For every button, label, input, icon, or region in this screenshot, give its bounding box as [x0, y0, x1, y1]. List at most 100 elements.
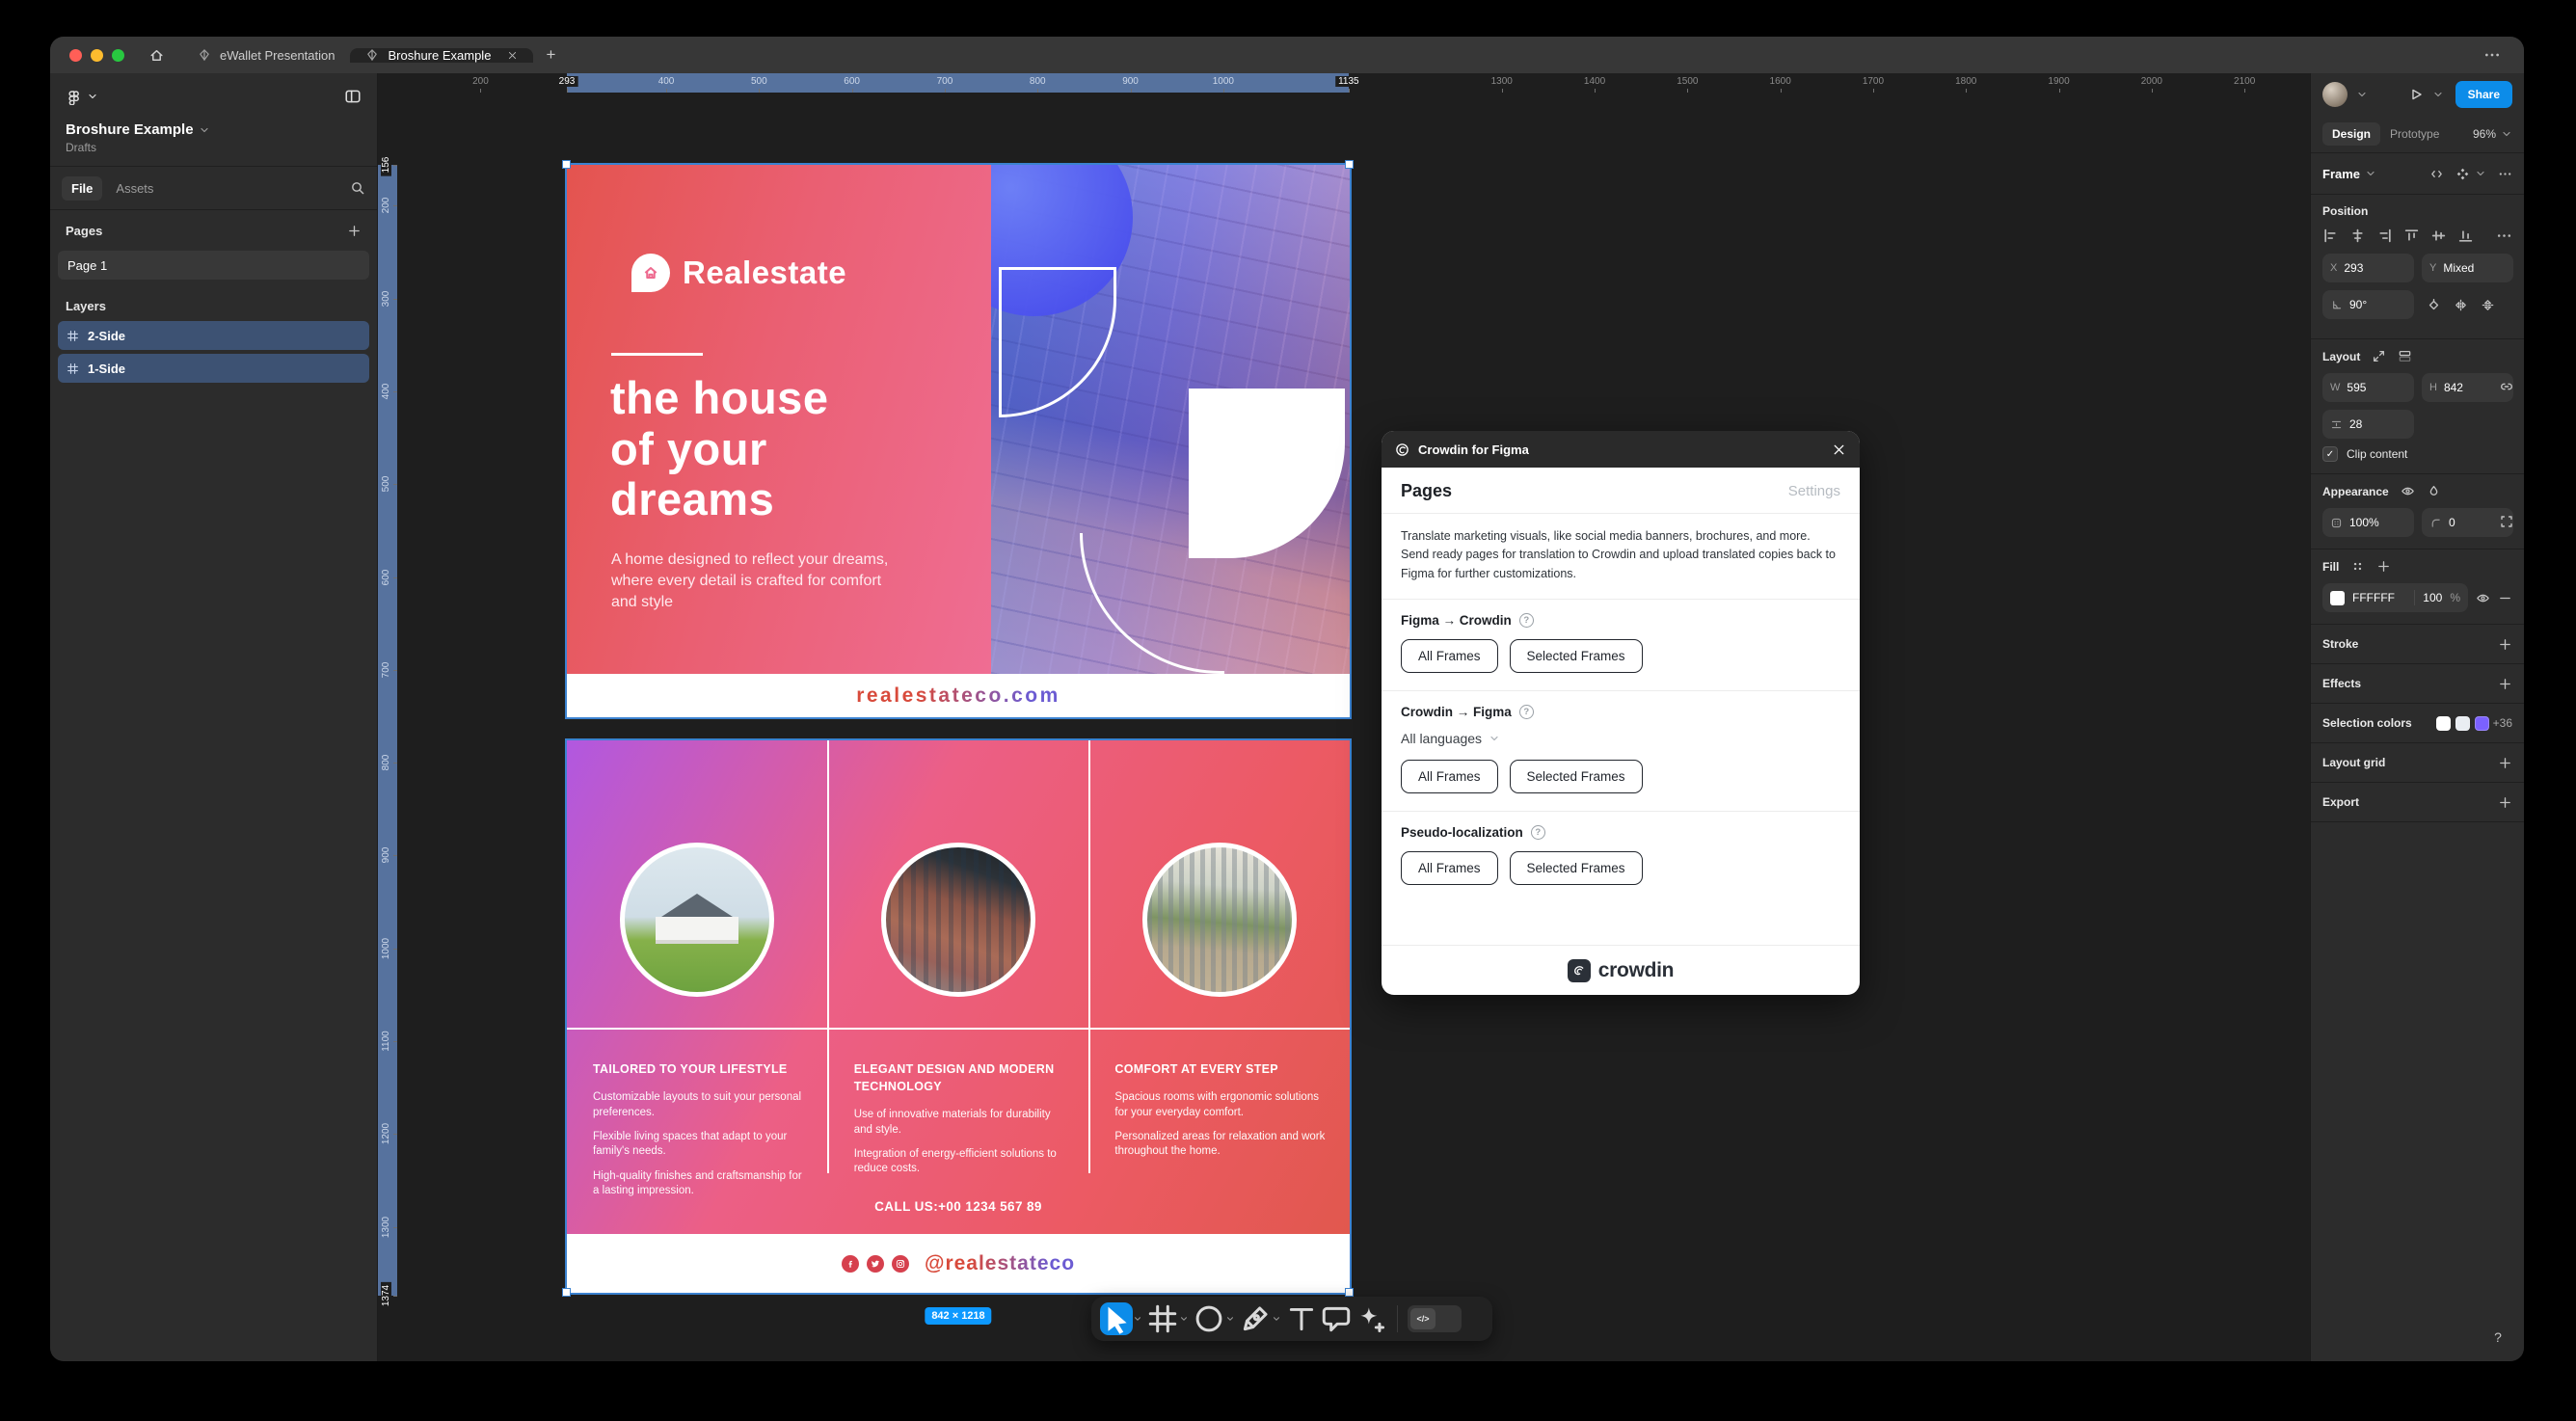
- x-position-field[interactable]: X 293: [2322, 254, 2414, 282]
- y-position-field[interactable]: Y Mixed: [2422, 254, 2513, 282]
- rotate-button[interactable]: [2422, 293, 2445, 316]
- help-circle-icon[interactable]: ?: [1530, 825, 1545, 841]
- sidebar-tab-assets[interactable]: Assets: [106, 176, 163, 201]
- add-fill-icon[interactable]: [2376, 559, 2391, 574]
- selected-frames-button[interactable]: Selected Frames: [1509, 639, 1643, 674]
- independent-corners-icon[interactable]: [2499, 514, 2514, 529]
- chevron-down-icon[interactable]: [1225, 1314, 1235, 1324]
- all-frames-button[interactable]: All Frames: [1401, 760, 1498, 794]
- figma-menu-icon[interactable]: [66, 89, 82, 105]
- constrain-proportions-icon[interactable]: [2499, 379, 2514, 394]
- chevron-down-icon[interactable]: [1133, 1314, 1142, 1324]
- search-icon[interactable]: [350, 180, 365, 196]
- dialog-tab-settings[interactable]: Settings: [1788, 483, 1840, 499]
- flip-horizontal-button[interactable]: [2449, 293, 2472, 316]
- dialog-header[interactable]: Crowdin for Figma: [1382, 431, 1860, 468]
- window-minimize-button[interactable]: [91, 48, 103, 62]
- window-zoom-button[interactable]: [112, 48, 124, 62]
- width-field[interactable]: W 595: [2322, 373, 2414, 402]
- chevron-down-icon[interactable]: [2475, 168, 2486, 179]
- selection-handle-br[interactable]: [1345, 1288, 1354, 1297]
- rotation-field[interactable]: 90°: [2322, 290, 2414, 319]
- chevron-down-icon[interactable]: [2432, 89, 2444, 100]
- file-name[interactable]: Broshure Example: [66, 121, 362, 138]
- window-close-button[interactable]: [69, 48, 82, 62]
- zoom-level[interactable]: 96%: [2473, 127, 2512, 141]
- color-swatch[interactable]: [2435, 715, 2451, 731]
- align-bottom-icon[interactable]: [2457, 228, 2474, 244]
- layer-item-1-side[interactable]: 1-Side: [58, 354, 369, 383]
- clip-content-checkbox[interactable]: ✓ Clip content: [2322, 446, 2512, 462]
- tab-design[interactable]: Design: [2322, 122, 2381, 146]
- close-icon[interactable]: [1832, 442, 1846, 457]
- language-dropdown[interactable]: All languages: [1401, 731, 1840, 746]
- fill-color-field[interactable]: FFFFFF 100 %: [2322, 583, 2468, 612]
- text-tool[interactable]: [1285, 1302, 1318, 1335]
- more-alignment-icon[interactable]: [2496, 228, 2512, 244]
- align-vcenter-icon[interactable]: [2430, 228, 2447, 244]
- window-menu-button[interactable]: [2483, 37, 2524, 73]
- present-play-icon[interactable]: [2408, 87, 2424, 102]
- more-colors-count[interactable]: +36: [2493, 716, 2512, 730]
- canvas[interactable]: 200 293 400 500 600 700 800 900 1000 1135 1300 1400…: [378, 73, 2310, 1361]
- gap-field[interactable]: 28: [2322, 410, 2414, 439]
- fill-swatch[interactable]: [2330, 590, 2345, 605]
- selected-frames-button[interactable]: Selected Frames: [1509, 760, 1643, 794]
- remove-fill-icon[interactable]: [2498, 591, 2512, 605]
- chevron-down-icon[interactable]: [1272, 1314, 1281, 1324]
- comment-tool[interactable]: [1320, 1302, 1353, 1335]
- resize-icon[interactable]: [2372, 349, 2386, 363]
- align-left-icon[interactable]: [2322, 228, 2339, 244]
- color-swatch[interactable]: [2455, 715, 2470, 731]
- selection-handle-bl[interactable]: [562, 1288, 571, 1297]
- share-button[interactable]: Share: [2455, 81, 2512, 108]
- align-top-icon[interactable]: [2403, 228, 2420, 244]
- toggle-fill-visibility-icon[interactable]: [2476, 591, 2490, 605]
- chevron-down-icon[interactable]: [1179, 1314, 1189, 1324]
- add-page-icon[interactable]: [347, 224, 362, 238]
- panel-toggle-icon[interactable]: [344, 88, 362, 105]
- flip-vertical-button[interactable]: [2476, 293, 2499, 316]
- sidebar-tab-file[interactable]: File: [62, 175, 103, 201]
- align-hcenter-icon[interactable]: [2349, 228, 2366, 244]
- page-item[interactable]: Page 1: [58, 251, 369, 280]
- dev-mode-toggle[interactable]: </>: [1408, 1305, 1462, 1332]
- chevron-down-icon[interactable]: [87, 91, 98, 102]
- actions-tool[interactable]: [1355, 1302, 1387, 1335]
- align-right-icon[interactable]: [2376, 228, 2393, 244]
- file-location[interactable]: Drafts: [66, 141, 362, 154]
- pen-tool[interactable]: [1239, 1302, 1283, 1335]
- tab-prototype[interactable]: Prototype: [2390, 127, 2439, 141]
- more-options-icon[interactable]: [2498, 167, 2512, 181]
- chevron-down-icon[interactable]: [2356, 89, 2368, 100]
- file-tab-1[interactable]: eWallet Presentation: [182, 48, 350, 63]
- blend-mode-icon[interactable]: [2427, 484, 2441, 498]
- add-stroke-icon[interactable]: [2498, 637, 2512, 652]
- add-export-icon[interactable]: [2498, 795, 2512, 810]
- move-tool[interactable]: [1100, 1302, 1144, 1335]
- tab-close-icon[interactable]: [507, 50, 518, 61]
- component-icon[interactable]: [2455, 167, 2470, 181]
- help-button[interactable]: ?: [2485, 1325, 2510, 1350]
- auto-layout-icon[interactable]: [2398, 349, 2412, 363]
- shape-tool[interactable]: [1193, 1302, 1237, 1335]
- selection-handle-tl[interactable]: [562, 160, 571, 169]
- layer-item-2-side[interactable]: 2-Side: [58, 321, 369, 350]
- all-frames-button[interactable]: All Frames: [1401, 639, 1498, 674]
- frame-2-side[interactable]: 2-Side TAILORED TO YOUR LIFESTYLECustomi…: [567, 740, 1350, 1293]
- styles-icon[interactable]: [2350, 559, 2365, 574]
- help-circle-icon[interactable]: ?: [1518, 705, 1534, 720]
- new-tab-button[interactable]: +: [533, 37, 568, 73]
- file-tab-2[interactable]: Broshure Example: [350, 47, 534, 63]
- all-frames-button[interactable]: All Frames: [1401, 851, 1498, 886]
- add-effect-icon[interactable]: [2498, 677, 2512, 691]
- frame-1-side[interactable]: 1-Side Realestate: [567, 165, 1350, 717]
- frame-tool[interactable]: [1146, 1302, 1191, 1335]
- selection-type[interactable]: Frame: [2322, 167, 2360, 181]
- help-circle-icon[interactable]: ?: [1518, 613, 1534, 629]
- dev-code-icon[interactable]: [2429, 167, 2444, 181]
- add-layout-grid-icon[interactable]: [2498, 756, 2512, 770]
- selection-handle-tr[interactable]: [1345, 160, 1354, 169]
- home-button[interactable]: [140, 37, 173, 73]
- opacity-field[interactable]: 100%: [2322, 508, 2414, 537]
